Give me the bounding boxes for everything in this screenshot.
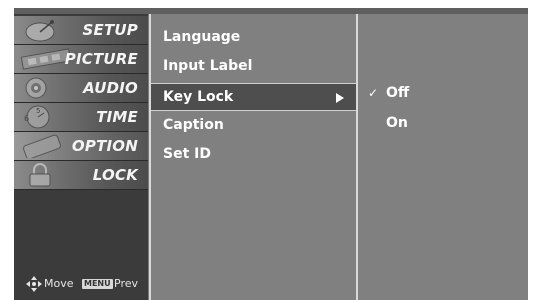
category-audio[interactable]: AUDIO — [14, 74, 148, 103]
category-sidebar: SETUP PICTURE AUDIO 6 5 TIME OPTION LOCK — [14, 14, 148, 300]
option-on[interactable]: On — [358, 110, 528, 138]
menu-item-label: Caption — [163, 117, 224, 133]
prev-label: Prev — [114, 277, 138, 290]
move-label: Move — [44, 277, 74, 290]
navigation-help: Move MENU Prev — [14, 276, 148, 294]
option-label: On — [386, 115, 408, 131]
option-off[interactable]: ✓ Off — [358, 80, 528, 108]
svg-text:6: 6 — [24, 114, 29, 123]
category-time[interactable]: 6 5 TIME — [14, 103, 148, 132]
option-tag-icon — [23, 134, 61, 158]
category-picture[interactable]: PICTURE — [14, 45, 148, 74]
category-label: SETUP — [82, 21, 138, 39]
category-setup[interactable]: SETUP — [14, 16, 148, 45]
category-label: OPTION — [71, 137, 138, 155]
move-arrows-icon — [26, 276, 42, 292]
svg-text:5: 5 — [36, 107, 40, 115]
padlock-icon — [29, 163, 51, 187]
menu-item-caption[interactable]: Caption — [151, 112, 356, 140]
satellite-dish-icon — [25, 20, 55, 42]
menu-item-label: Set ID — [163, 146, 211, 162]
category-label: PICTURE — [64, 50, 138, 68]
speaker-icon — [25, 77, 47, 99]
menu-item-input-label[interactable]: Input Label — [151, 53, 356, 81]
category-lock[interactable]: LOCK — [14, 161, 148, 190]
category-label: TIME — [96, 108, 138, 126]
menu-item-label: Key Lock — [163, 89, 234, 105]
clock-icon: 6 5 — [24, 105, 50, 129]
menu-item-set-id[interactable]: Set ID — [151, 141, 356, 169]
submenu-arrow-icon — [336, 93, 344, 103]
category-label: AUDIO — [83, 79, 138, 97]
option-menu-list: Language Input Label Key Lock Caption Se… — [151, 14, 356, 300]
menu-key-icon: MENU — [82, 279, 113, 289]
key-lock-options: ✓ Off On — [358, 14, 528, 300]
menu-item-label: Language — [163, 29, 241, 45]
category-option[interactable]: OPTION — [14, 132, 148, 161]
menu-item-language[interactable]: Language — [151, 24, 356, 52]
menu-item-key-lock[interactable]: Key Lock — [151, 83, 356, 111]
check-icon: ✓ — [368, 86, 379, 100]
option-label: Off — [386, 85, 410, 101]
tv-menu-screen: SETUP PICTURE AUDIO 6 5 TIME OPTION LOCK… — [0, 0, 537, 300]
menu-item-label: Input Label — [163, 58, 253, 74]
category-label: LOCK — [92, 166, 138, 184]
